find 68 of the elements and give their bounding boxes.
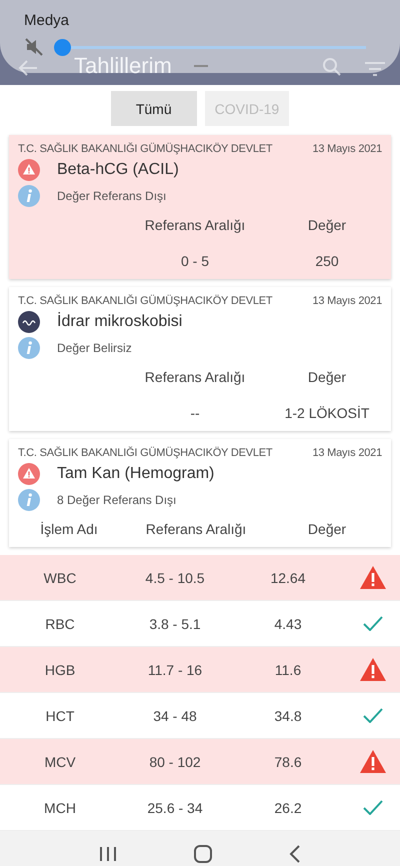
page-title: Tahlillerim: [74, 55, 172, 77]
table-cell-text: 34.8: [273, 708, 303, 724]
info-icon: [18, 337, 40, 359]
check-icon: [363, 800, 383, 815]
table-cell-text: 25.6 - 34: [146, 800, 204, 816]
back-arrow-icon[interactable]: [18, 59, 38, 77]
warning-icon: [359, 565, 387, 590]
status-note: Değer Belirsiz: [57, 341, 132, 355]
table-cell-text: MCH: [43, 800, 77, 816]
table-cell-text: 1-2 LÖKOSİT: [284, 405, 370, 421]
wave-icon: [18, 311, 40, 333]
warning-icon: [18, 463, 40, 485]
table-cell-text: 3.8 - 5.1: [148, 616, 202, 632]
table-cell-text: 80 - 102: [148, 754, 202, 770]
status-note: 8 Değer Referans Dışı: [57, 493, 176, 507]
result-date: 13 Mayıs 2021: [312, 143, 382, 155]
result-card[interactable]: T.C. SAĞLIK BAKANLIĞI GÜMÜŞHACIKÖY DEVLET 13 Mayıs 2021 İdrar mikroskobisi Değer Belirsiz Referans Aralığı Değer -- 1-2 LÖKOSİT: [9, 287, 391, 431]
table-cell-text: 12.64: [269, 570, 307, 586]
warning-icon: [359, 749, 387, 774]
hospital-name: T.C. SAĞLIK BAKANLIĞI GÜMÜŞHACIKÖY DEVLET: [18, 143, 272, 155]
hospital-name: T.C. SAĞLIK BAKANLIĞI GÜMÜŞHACIKÖY DEVLET: [18, 295, 272, 307]
hospital-name: T.C. SAĞLIK BAKANLIĞI GÜMÜŞHACIKÖY DEVLET: [18, 447, 272, 459]
column-header: Değer: [306, 521, 348, 537]
column-header: Değer: [306, 369, 348, 385]
table-cell-text: 250: [314, 253, 340, 269]
column-header: İşlem Adı: [39, 521, 99, 537]
warning-icon: [18, 159, 40, 181]
table-cell-text: 11.6: [274, 662, 302, 678]
test-name: İdrar mikroskobisi: [57, 313, 182, 331]
table-cell-text: 78.6: [273, 754, 303, 770]
check-icon: [363, 708, 383, 723]
column-header: Referans Aralığı: [144, 369, 246, 385]
volume-label: Medya: [24, 12, 70, 29]
recent-apps-icon[interactable]: [98, 846, 117, 862]
table-cell-text: MCV: [43, 754, 77, 770]
table-cell-text: 11.7 - 16: [146, 662, 204, 678]
test-name: Beta-hCG (ACIL): [57, 161, 179, 179]
result-date: 13 Mayıs 2021: [312, 295, 382, 307]
table-cell-text: WBC: [42, 570, 78, 586]
test-name: Tam Kan (Hemogram): [57, 465, 214, 483]
table-cell-text: --: [189, 405, 201, 421]
result-date: 13 Mayıs 2021: [312, 447, 382, 459]
check-icon: [363, 616, 383, 631]
table-cell-text: RBC: [44, 616, 76, 632]
back-icon[interactable]: [289, 845, 302, 863]
drag-handle[interactable]: [194, 65, 208, 67]
filter-tab[interactable]: Tümü: [110, 91, 197, 126]
filter-icon[interactable]: [364, 61, 386, 77]
result-card[interactable]: T.C. SAĞLIK BAKANLIĞI GÜMÜŞHACIKÖY DEVLET 13 Mayıs 2021 Beta-hCG (ACIL) Değer Referans Dışı Referans Aralığı Değer 0 - 5 250: [9, 135, 391, 279]
status-note: Değer Referans Dışı: [57, 189, 166, 203]
home-icon[interactable]: [194, 845, 212, 863]
table-cell-text: 0 - 5: [180, 253, 210, 269]
result-card[interactable]: T.C. SAĞLIK BAKANLIĞI GÜMÜŞHACIKÖY DEVLET 13 Mayıs 2021 Tam Kan (Hemogram) 8 Değer Referans Dışı İşlem Adı Referans Aralığı Değer: [9, 439, 391, 547]
table-cell-text: HCT: [44, 708, 76, 724]
warning-icon: [359, 657, 387, 682]
info-icon: [18, 489, 40, 511]
search-icon[interactable]: [322, 57, 342, 77]
column-header: Değer: [306, 217, 348, 233]
table-cell-text: 4.43: [273, 616, 303, 632]
column-header: Referans Aralığı: [144, 217, 246, 233]
muted-speaker-icon[interactable]: [24, 37, 44, 57]
table-cell-text: HGB: [44, 662, 76, 678]
table-cell-text: 4.5 - 10.5: [144, 570, 206, 586]
info-icon: [18, 185, 40, 207]
slider-thumb[interactable]: [54, 38, 71, 56]
table-cell-text: 26.2: [273, 800, 303, 816]
column-header: Referans Aralığı: [144, 521, 248, 537]
table-cell-text: 34 - 48: [152, 708, 198, 724]
